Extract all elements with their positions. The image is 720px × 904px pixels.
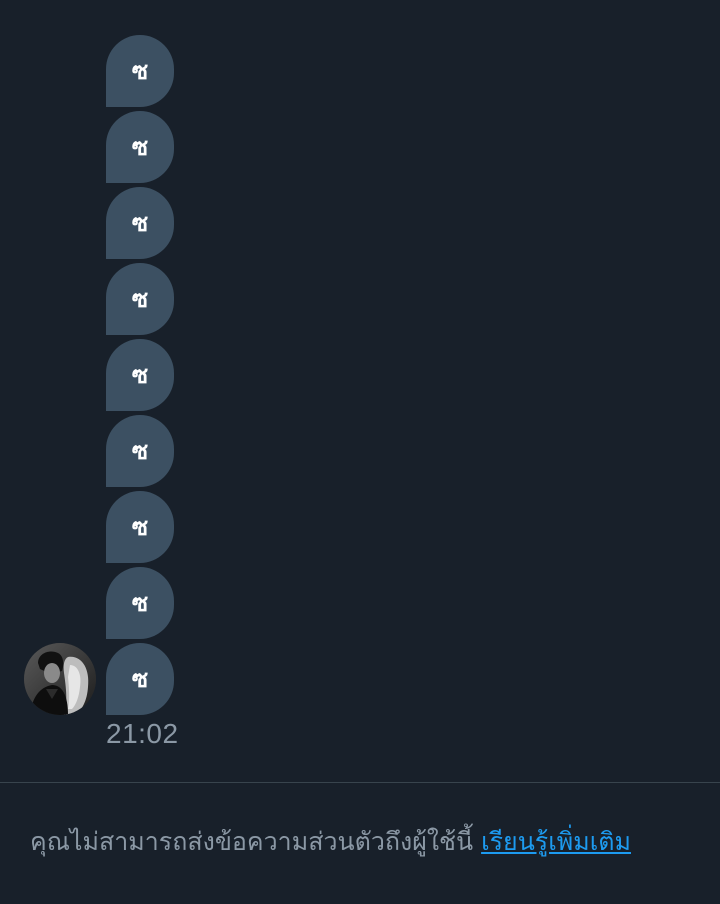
notice-text: คุณไม่สามารถส่งข้อความส่วนตัวถึงผู้ใช้นี… xyxy=(30,827,474,856)
message-bubble[interactable]: ซ xyxy=(106,567,174,639)
message-bubble[interactable]: ซ xyxy=(106,491,174,563)
message-bubble[interactable]: ซ xyxy=(106,415,174,487)
sender-avatar[interactable] xyxy=(24,643,96,715)
message-bubble[interactable]: ซ xyxy=(106,643,174,715)
message-bubble[interactable]: ซ xyxy=(106,35,174,107)
message-bubble[interactable]: ซ xyxy=(106,187,174,259)
message-bubble[interactable]: ซ xyxy=(106,339,174,411)
dm-restricted-notice: คุณไม่สามารถส่งข้อความส่วนตัวถึงผู้ใช้นี… xyxy=(30,822,710,862)
user-avatar-icon xyxy=(24,643,96,715)
message-bubble[interactable]: ซ xyxy=(106,263,174,335)
message-bubble[interactable]: ซ xyxy=(106,111,174,183)
message-timestamp: 21:02 xyxy=(106,718,179,749)
learn-more-link[interactable]: เรียนรู้เพิ่มเติม xyxy=(481,827,631,856)
divider xyxy=(0,782,720,783)
dm-conversation-screen: ซ ซ ซ ซ ซ ซ ซ ซ ซ 21:02 คุณไม่สามารถส่งข… xyxy=(0,0,720,904)
